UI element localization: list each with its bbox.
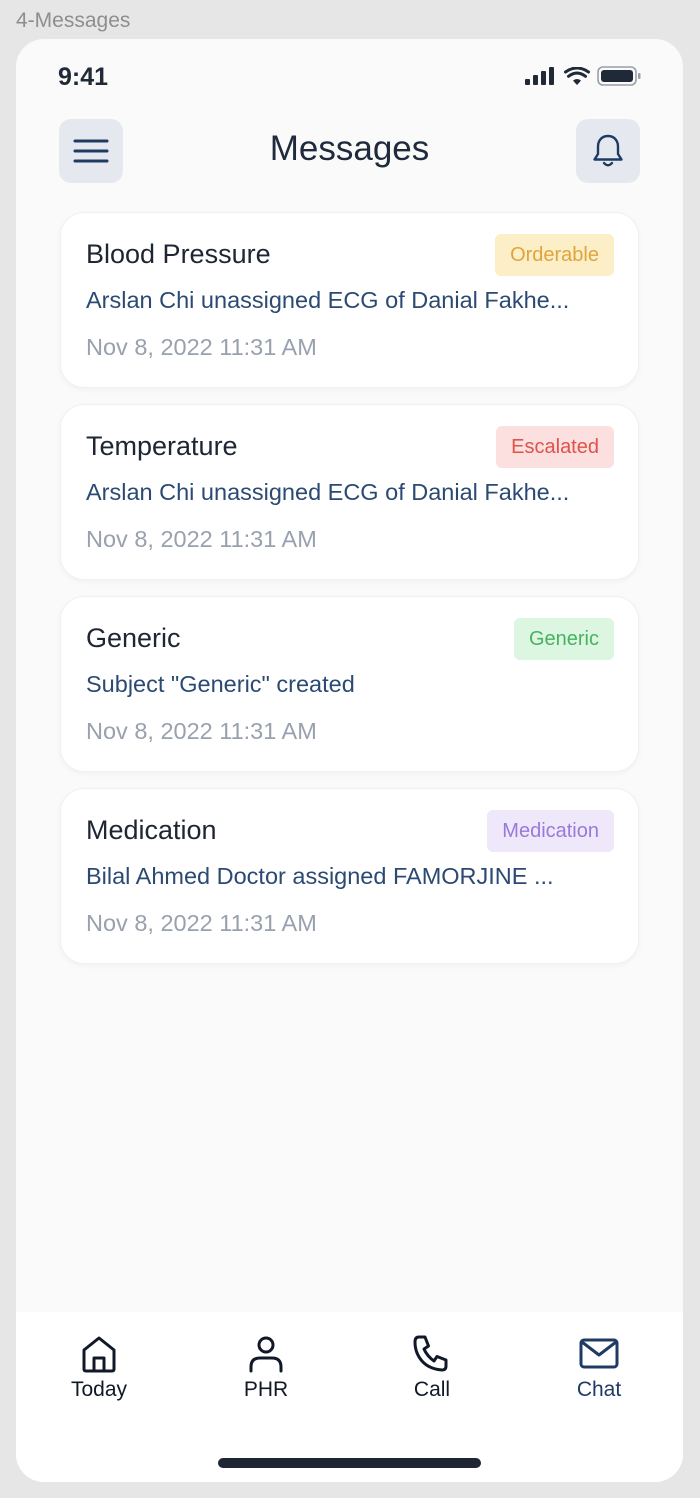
header: Messages: [16, 119, 683, 183]
message-title: Generic: [86, 623, 181, 653]
message-title: Medication: [86, 815, 217, 845]
message-timestamp: Nov 8, 2022 11:31 AM: [86, 910, 317, 936]
status-badge: Generic: [513, 618, 614, 660]
message-card[interactable]: Medication Medication Bilal Ahmed Doctor…: [60, 788, 639, 964]
message-description: Arslan Chi unassigned ECG of Danial Fakh…: [86, 479, 570, 505]
status-icons: [525, 66, 641, 86]
message-card[interactable]: Generic Generic Subject "Generic" create…: [60, 596, 639, 772]
bottom-tab-bar: Today PHR Call Chat: [16, 1312, 683, 1482]
message-description: Arslan Chi unassigned ECG of Danial Fakh…: [86, 287, 570, 313]
status-time: 9:41: [58, 63, 109, 91]
status-badge: Orderable: [495, 234, 614, 276]
tab-today[interactable]: Today: [39, 1334, 159, 1402]
mail-icon: [579, 1338, 619, 1369]
tab-call[interactable]: Call: [372, 1334, 492, 1402]
home-indicator: [218, 1458, 481, 1468]
tab-phr[interactable]: PHR: [206, 1334, 326, 1402]
home-icon: [82, 1336, 116, 1373]
phone-icon: [413, 1335, 448, 1372]
status-badge: Medication: [487, 810, 614, 852]
phone-screen: 9:41 Messages Blood Pressure Orderable A…: [16, 39, 683, 1482]
wifi-icon: [564, 66, 590, 85]
tab-label: Chat: [576, 1378, 622, 1401]
tab-chat[interactable]: Chat: [539, 1334, 659, 1402]
status-badge: Escalated: [496, 426, 614, 468]
person-icon: [249, 1336, 283, 1373]
message-timestamp: Nov 8, 2022 11:31 AM: [86, 526, 317, 552]
message-timestamp: Nov 8, 2022 11:31 AM: [86, 334, 317, 360]
signal-icon: [525, 67, 554, 85]
battery-icon: [597, 66, 641, 86]
status-bar: 9:41: [16, 39, 683, 115]
message-title: Blood Pressure: [86, 239, 271, 269]
message-title: Temperature: [86, 431, 238, 461]
message-description: Subject "Generic" created: [86, 671, 355, 697]
message-list: Blood Pressure Orderable Arslan Chi unas…: [60, 212, 639, 980]
tab-label: PHR: [243, 1378, 289, 1401]
message-card[interactable]: Blood Pressure Orderable Arslan Chi unas…: [60, 212, 639, 388]
notifications-button[interactable]: [576, 119, 640, 183]
message-timestamp: Nov 8, 2022 11:31 AM: [86, 718, 317, 744]
tab-label: Call: [413, 1378, 451, 1401]
tab-label: Today: [70, 1378, 128, 1401]
message-description: Bilal Ahmed Doctor assigned FAMORJINE ..…: [86, 863, 554, 889]
frame-label: 4-Messages: [16, 9, 131, 32]
bell-icon: [593, 134, 623, 167]
message-card[interactable]: Temperature Escalated Arslan Chi unassig…: [60, 404, 639, 580]
